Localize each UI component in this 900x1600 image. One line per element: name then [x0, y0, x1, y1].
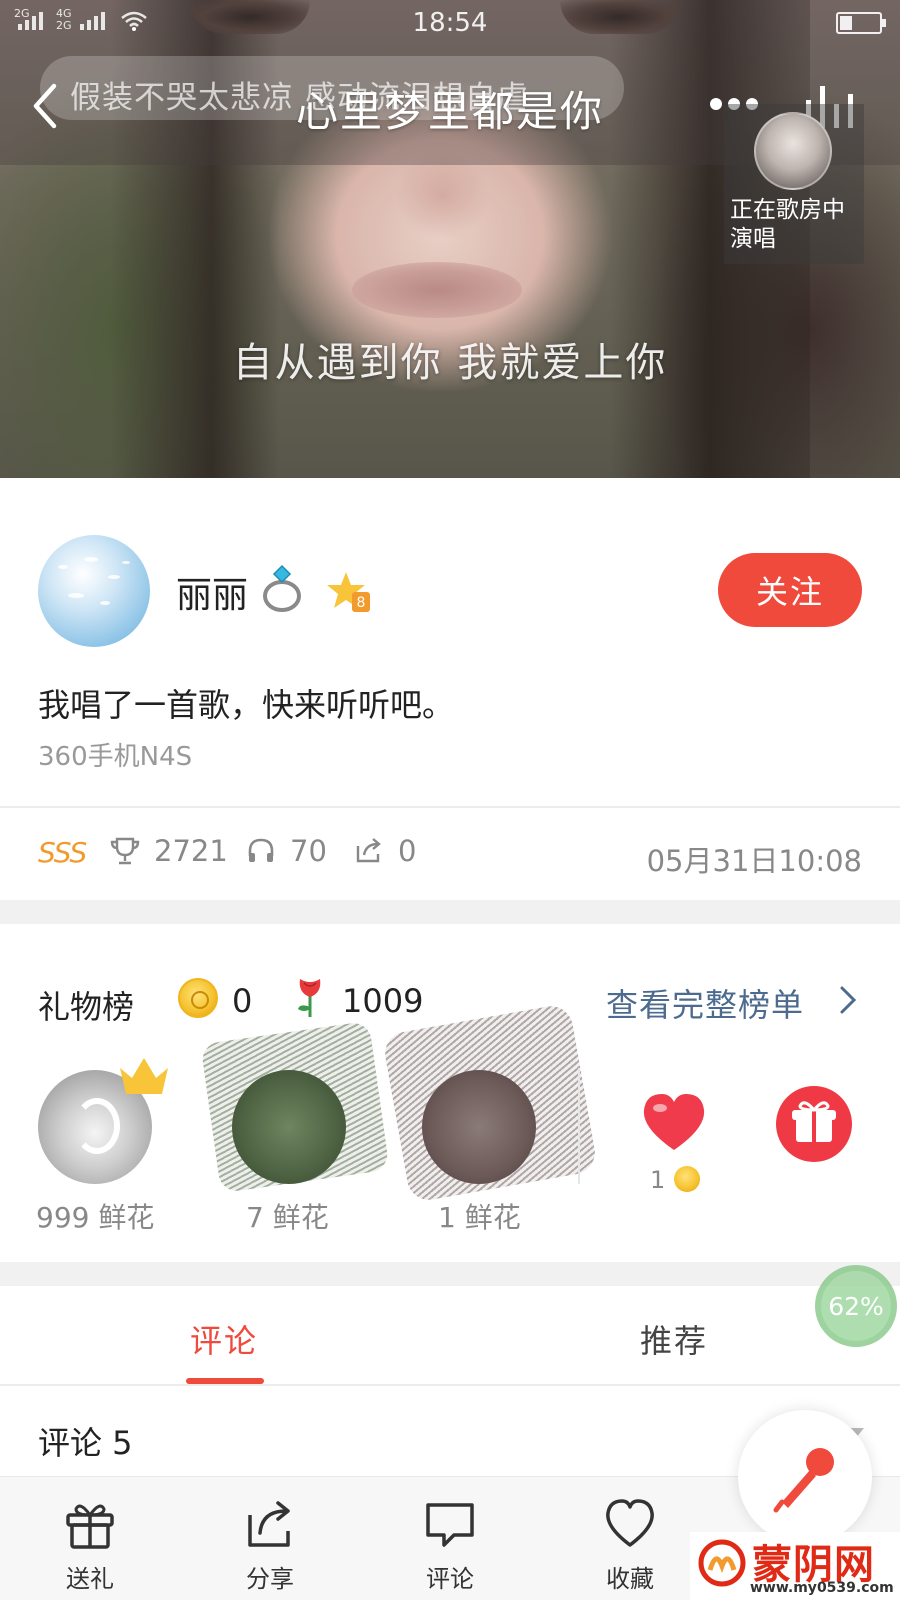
site-watermark: 蒙阴网 www.my0539.com — [690, 1532, 900, 1600]
view-full-ranking-link[interactable]: 查看完整榜单 — [606, 980, 804, 1026]
record-mic-button[interactable] — [738, 1410, 872, 1544]
video-player[interactable]: 2G 4G 2G 18:54 假装不哭太悲凉 感动流泪想自虐 心里梦里都是你 正… — [0, 0, 900, 478]
send-gift-button[interactable] — [776, 1086, 852, 1162]
giver-label: 7 鲜花 — [246, 1201, 329, 1234]
divider — [0, 1384, 900, 1386]
coin-count: 0 — [232, 982, 253, 1020]
share-icon — [248, 1501, 290, 1547]
gift-icon — [66, 1504, 114, 1549]
gift-box-icon — [792, 1101, 836, 1142]
giver-avatar[interactable] — [232, 1070, 346, 1184]
clock: 18:54 — [412, 8, 488, 38]
giver-label: 1 鲜花 — [438, 1201, 521, 1234]
comments-title: 评论 5 — [38, 1424, 133, 1462]
section-gap — [0, 1262, 900, 1286]
section-gap — [0, 900, 900, 924]
follow-button[interactable]: 关注 — [718, 553, 862, 627]
live-singing-card[interactable]: 正在歌房中演唱 — [724, 104, 864, 264]
share-action[interactable]: 分享 — [220, 1497, 320, 1594]
comment-icon — [426, 1503, 474, 1547]
current-lyric: 自从遇到你 我就爱上你 — [232, 340, 668, 386]
coin-icon — [178, 978, 218, 1018]
post-description: 我唱了一首歌，快来听听吧。 — [38, 686, 455, 724]
progress-badge[interactable]: 62% — [815, 1265, 897, 1347]
giver-label: 999 鲜花 — [36, 1201, 155, 1234]
microphone-icon — [773, 1448, 834, 1513]
gift-action[interactable]: 送礼 — [40, 1497, 140, 1594]
post-device: 360手机N4S — [38, 742, 193, 772]
watermark-url: www.my0539.com — [750, 1580, 894, 1596]
user-avatar[interactable] — [38, 535, 150, 647]
favorite-action[interactable]: 收藏 — [580, 1497, 680, 1594]
content-tabs: 评论 推荐 — [0, 1286, 900, 1384]
stats-row: SSS 2721 70 0 05月31日10:08 — [0, 808, 900, 900]
battery-icon — [836, 12, 886, 34]
post-timestamp: 05月31日10:08 — [646, 844, 862, 878]
giver-avatar[interactable] — [422, 1070, 536, 1184]
status-bar: 2G 4G 2G 18:54 — [0, 0, 900, 46]
heart-outline-icon — [606, 1499, 654, 1547]
watermark-logo-icon — [698, 1539, 746, 1587]
heart-icon[interactable] — [638, 1090, 710, 1154]
crown-icon — [120, 1058, 168, 1094]
tab-recommend[interactable]: 推荐 — [640, 1316, 708, 1362]
comment-action[interactable]: 评论 — [400, 1497, 500, 1594]
gift-ranking-title: 礼物榜 — [38, 988, 135, 1026]
singing-status: 正在歌房中演唱 — [730, 197, 845, 252]
tab-comments[interactable]: 评论 — [190, 1316, 258, 1362]
flower-count: 1009 — [342, 982, 424, 1020]
svg-text:8: 8 — [357, 595, 366, 611]
level-badge-icon: 8 — [327, 572, 370, 612]
user-name[interactable]: 丽丽 — [176, 566, 248, 618]
heart-count: 1 — [650, 1166, 666, 1194]
singer-avatar — [754, 112, 832, 190]
ring-icon — [263, 564, 301, 612]
chevron-right-icon[interactable] — [838, 984, 858, 1016]
coin-icon — [674, 1166, 700, 1192]
divider — [578, 1068, 580, 1184]
rose-icon — [298, 979, 321, 1017]
